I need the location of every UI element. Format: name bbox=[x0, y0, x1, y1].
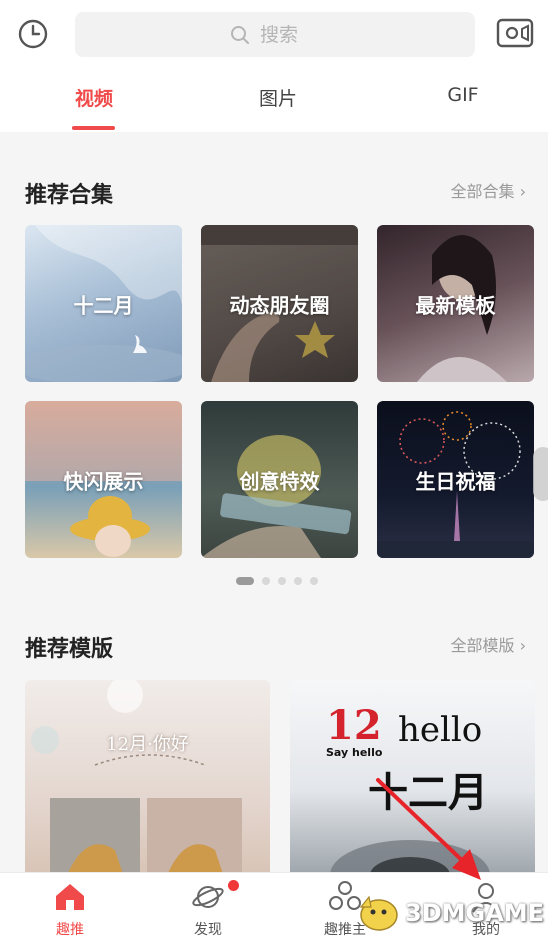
all-templates-link[interactable]: 全部模版 › bbox=[450, 632, 526, 656]
collection-label: 生日祝福 bbox=[415, 469, 496, 493]
carousel-indicator bbox=[236, 577, 318, 585]
collection-card-moments[interactable]: 动态朋友圈 bbox=[201, 225, 358, 382]
collection-card-birthday[interactable]: 生日祝福 bbox=[377, 401, 534, 558]
mascot-logo-icon bbox=[359, 895, 398, 931]
template-card-december-hello[interactable]: 12月·你好 bbox=[25, 680, 270, 880]
app-screen: 视频 图片 GIF 推荐合集 全部合集 › 十二月 动态朋友圈 bbox=[0, 0, 548, 945]
carousel-dot bbox=[294, 577, 302, 585]
carousel-dot bbox=[278, 577, 286, 585]
search-input[interactable] bbox=[260, 23, 320, 46]
carousel-dot bbox=[262, 577, 270, 585]
planet-icon bbox=[192, 886, 224, 908]
all-collections-link[interactable]: 全部合集 › bbox=[450, 178, 526, 202]
nav-item-home[interactable]: 趣推 bbox=[30, 879, 110, 939]
side-pull-handle[interactable] bbox=[533, 447, 548, 501]
collection-card-effects[interactable]: 创意特效 bbox=[201, 401, 358, 558]
collection-label: 十二月 bbox=[73, 293, 134, 317]
chevron-right-icon: › bbox=[519, 182, 526, 201]
template-overlay-text: 12月·你好 bbox=[106, 734, 189, 755]
chevron-right-icon: › bbox=[519, 636, 526, 655]
carousel-dot bbox=[310, 577, 318, 585]
search-bar[interactable] bbox=[75, 12, 475, 57]
notification-badge bbox=[228, 880, 239, 891]
collection-card-flash[interactable]: 快闪展示 bbox=[25, 401, 182, 558]
tab-gif[interactable]: GIF bbox=[408, 84, 518, 106]
templates-title: 推荐模版 bbox=[25, 637, 114, 662]
template-sayhello-text: Say hello bbox=[326, 746, 383, 759]
template-month-text: 十二月 bbox=[368, 770, 488, 816]
tab-video[interactable]: 视频 bbox=[39, 84, 149, 111]
home-icon bbox=[56, 884, 84, 910]
tab-image[interactable]: 图片 bbox=[223, 84, 333, 111]
all-collections-label: 全部合集 bbox=[450, 182, 515, 201]
template-hello-text: hello bbox=[398, 710, 483, 750]
collection-label: 动态朋友圈 bbox=[229, 293, 330, 317]
search-icon bbox=[231, 25, 249, 44]
all-templates-label: 全部模版 bbox=[450, 636, 515, 655]
media-tabs: 视频 图片 GIF bbox=[0, 75, 548, 132]
collections-title: 推荐合集 bbox=[25, 183, 114, 208]
active-tab-indicator bbox=[72, 126, 115, 130]
collection-label: 快闪展示 bbox=[63, 469, 144, 493]
collection-card-december[interactable]: 十二月 bbox=[25, 225, 182, 382]
collection-card-latest[interactable]: 最新模板 bbox=[377, 225, 534, 382]
history-clock-icon[interactable] bbox=[15, 16, 51, 52]
template-preview-image bbox=[31, 680, 242, 880]
watermark-text: 3DMGAME bbox=[405, 899, 545, 927]
template-card-hello-december[interactable]: 12 hello Say hello 十二月 bbox=[290, 680, 535, 880]
nav-label: 发现 bbox=[194, 922, 222, 938]
watermark: 3DMGAME bbox=[355, 893, 544, 933]
collection-label: 创意特效 bbox=[239, 469, 320, 493]
nav-label: 趣推 bbox=[56, 922, 84, 938]
top-bar: 视频 图片 GIF bbox=[0, 0, 548, 132]
collection-label: 最新模板 bbox=[415, 293, 496, 317]
carousel-dot bbox=[236, 577, 254, 585]
video-camera-icon[interactable] bbox=[496, 17, 534, 49]
template-number-text: 12 bbox=[326, 702, 382, 749]
